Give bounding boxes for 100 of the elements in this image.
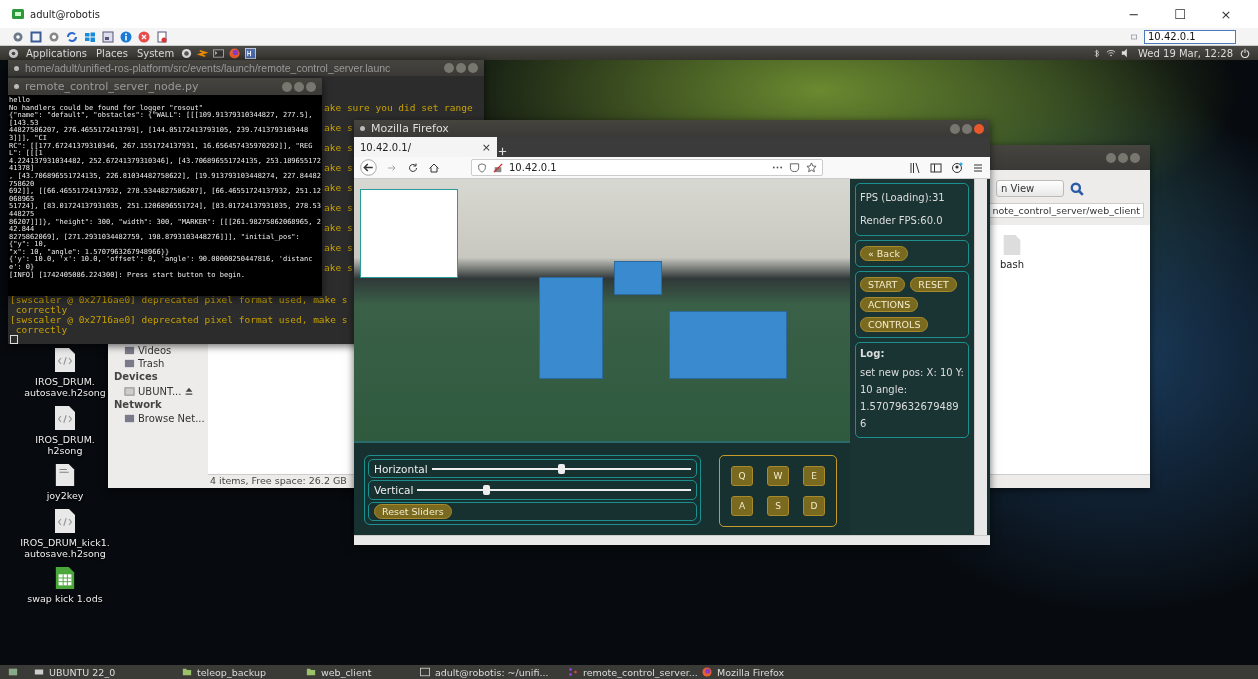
taskbar-item[interactable]: adult@robotis: ~/unifi...	[416, 666, 564, 678]
clock[interactable]: Wed 19 Mar, 12:28	[1136, 47, 1235, 59]
code-file-icon[interactable]	[53, 508, 77, 534]
scrollbar[interactable]	[974, 179, 987, 535]
show-desktop-icon[interactable]	[8, 667, 18, 677]
action-button[interactable]: RESET	[910, 277, 957, 292]
action-button[interactable]: CONTROLS	[860, 317, 929, 332]
minimize-icon[interactable]	[950, 123, 960, 134]
star-icon[interactable]	[806, 162, 817, 173]
menu-icon[interactable]	[972, 161, 984, 174]
ros-logo-icon[interactable]	[568, 667, 578, 677]
drive-icon[interactable]	[34, 667, 44, 677]
launcher-icon[interactable]	[197, 47, 209, 59]
wifi-icon[interactable]	[1106, 48, 1117, 58]
maximize-icon[interactable]	[1118, 152, 1128, 163]
sidebar-item[interactable]: Videos	[138, 344, 172, 356]
key-button[interactable]: D	[803, 496, 825, 516]
code-file-icon[interactable]	[53, 405, 77, 431]
info-icon[interactable]	[120, 30, 132, 43]
power-icon[interactable]	[1240, 48, 1250, 58]
panel-menu[interactable]: Applications	[24, 47, 90, 59]
new-tab-icon[interactable]	[497, 146, 508, 157]
menu-logo-icon[interactable]	[8, 47, 19, 59]
maximize-icon[interactable]	[294, 81, 304, 92]
close-icon[interactable]	[1130, 152, 1140, 163]
fps-text: FPS (Loading):31	[860, 191, 946, 205]
window-title: adult@robotis	[30, 8, 100, 20]
library-icon[interactable]	[909, 161, 921, 174]
shield-icon[interactable]	[477, 162, 487, 173]
taskbar-item[interactable]: web_client	[302, 666, 416, 678]
taskbar-item[interactable]: Mozilla Firefox	[698, 666, 818, 678]
back-icon[interactable]	[360, 159, 377, 176]
search-icon[interactable]	[1070, 181, 1084, 196]
sidebar-item[interactable]: UBUNT...	[138, 385, 182, 397]
taskbar-item[interactable]: teleop_backup	[178, 666, 302, 678]
text-file-icon[interactable]	[54, 463, 76, 487]
insecure-lock-icon[interactable]	[493, 162, 503, 173]
window-control-button[interactable]: −	[1114, 6, 1154, 22]
panel-menu[interactable]: Places	[94, 47, 130, 59]
sidebar-item[interactable]: Trash	[138, 358, 165, 370]
eject-icon[interactable]	[184, 386, 195, 397]
slider-thumb[interactable]	[482, 485, 490, 495]
minimize-icon[interactable]	[282, 81, 292, 92]
action-button[interactable]: ACTIONS	[860, 297, 919, 312]
maximize-icon[interactable]	[962, 123, 972, 134]
log-text: set new pos: X: 10 Y: 10 angle: 1.570796326794896	[860, 366, 964, 431]
launcher-icon[interactable]	[245, 47, 257, 59]
refresh-icon[interactable]	[66, 30, 78, 43]
window-control-button[interactable]: ×	[1206, 6, 1246, 22]
minimize-icon[interactable]	[444, 63, 454, 73]
view-dropdown[interactable]: n View	[996, 180, 1064, 197]
slider-thumb[interactable]	[558, 463, 566, 474]
pocket-icon[interactable]	[789, 162, 800, 173]
launcher-icon[interactable]	[213, 47, 225, 59]
document-icon[interactable]	[156, 30, 168, 43]
panel-menu[interactable]: System	[134, 47, 177, 59]
url-field[interactable]: 10.42.0.1	[471, 159, 823, 176]
home-icon[interactable]	[428, 161, 440, 174]
path-field[interactable]: note_control_server/web_client	[988, 203, 1144, 218]
reload-icon[interactable]	[407, 161, 419, 174]
close-icon[interactable]	[974, 123, 984, 134]
bluetooth-icon[interactable]	[1092, 48, 1102, 58]
slider[interactable]	[431, 463, 691, 474]
key-button[interactable]: S	[767, 496, 789, 516]
taskbar-item[interactable]: UBUNTU 22_0	[30, 666, 178, 678]
close-icon[interactable]	[306, 81, 316, 92]
sidebar-item[interactable]: Browse Net...	[138, 413, 205, 425]
slider[interactable]	[417, 485, 691, 495]
taskbar-item[interactable]: remote_control_server...	[564, 666, 698, 678]
back-button[interactable]: « Back	[860, 246, 908, 261]
launcher-icon[interactable]	[181, 47, 193, 59]
key-button[interactable]: A	[731, 496, 753, 516]
sidebar-heading: Network	[114, 398, 163, 412]
windows-logo-icon[interactable]	[84, 30, 96, 43]
folder-icon[interactable]	[306, 667, 316, 677]
key-button[interactable]: Q	[731, 466, 753, 486]
action-button[interactable]: START	[860, 277, 906, 292]
terminal-icon[interactable]	[420, 667, 430, 677]
window-control-button[interactable]: ☐	[1160, 6, 1200, 22]
maximize-icon[interactable]	[456, 63, 466, 73]
window-icon[interactable]	[102, 30, 114, 43]
code-file-icon[interactable]	[53, 347, 77, 373]
fullscreen-icon[interactable]	[30, 30, 42, 43]
browser-tab[interactable]: 10.42.0.1/ ×	[354, 137, 497, 157]
close-tab-icon[interactable]: ×	[481, 140, 491, 154]
address-field[interactable]: 10.42.0.1	[1144, 29, 1236, 44]
scrollbar[interactable]	[354, 535, 990, 545]
file-label: bash	[1000, 259, 1025, 270]
key-button[interactable]: W	[767, 466, 789, 486]
close-icon[interactable]	[138, 30, 150, 43]
spreadsheet-icon[interactable]	[54, 566, 76, 590]
key-button[interactable]: E	[803, 466, 825, 486]
close-icon[interactable]	[468, 63, 478, 73]
fps-text: Render FPS:60.0	[860, 214, 944, 228]
folder-icon[interactable]	[182, 667, 192, 677]
sidebar-icon[interactable]	[930, 161, 942, 174]
reset-sliders-button[interactable]: Reset Sliders	[374, 503, 452, 519]
minimize-icon[interactable]	[1106, 152, 1116, 163]
account-icon[interactable]	[951, 161, 963, 174]
firefox-icon[interactable]	[702, 667, 712, 677]
